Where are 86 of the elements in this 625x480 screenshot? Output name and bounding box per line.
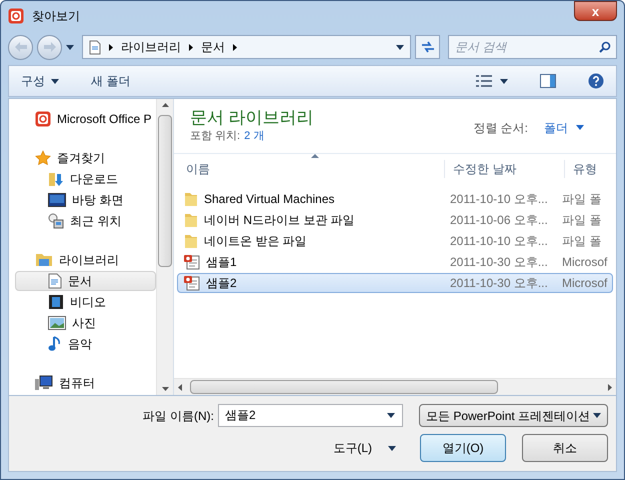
breadcrumb-arrow-icon bbox=[233, 44, 237, 50]
file-row[interactable]: 샘플2 2011-10-30 오후... Microsof bbox=[177, 272, 613, 293]
sidebar-item[interactable]: Microsoft Office P bbox=[57, 110, 152, 128]
address-bar[interactable]: 라이브러리 문서 bbox=[82, 35, 411, 59]
breadcrumb-link[interactable]: 라이브러리 bbox=[121, 38, 181, 56]
open-button[interactable]: 열기(O) bbox=[420, 434, 506, 462]
sidebar-item[interactable]: 문서 bbox=[15, 271, 156, 291]
view-dropdown-icon bbox=[500, 78, 508, 84]
forward-arrow-icon bbox=[44, 42, 56, 52]
scrollbar-thumb[interactable] bbox=[190, 380, 498, 394]
horizontal-scrollbar[interactable] bbox=[174, 378, 616, 395]
film-icon bbox=[48, 294, 64, 310]
organize-button[interactable]: 구성 bbox=[21, 72, 59, 90]
file-row[interactable]: Shared Virtual Machines 2011-10-10 오후... 파일 폴 bbox=[177, 188, 613, 209]
close-button[interactable]: x bbox=[574, 1, 617, 21]
document-icon bbox=[48, 273, 62, 289]
sidebar-group-header[interactable]: 라이브러리 bbox=[59, 251, 119, 269]
search-field[interactable]: 문서 검색 bbox=[448, 35, 617, 59]
sidebar-item[interactable]: 다운로드 bbox=[15, 169, 156, 189]
sidebar-group-header[interactable]: 컴퓨터 bbox=[59, 374, 95, 392]
includes-link[interactable]: 2 개 bbox=[244, 128, 264, 145]
folder-icon bbox=[184, 212, 198, 228]
computer-icon bbox=[35, 375, 53, 391]
help-icon[interactable] bbox=[588, 73, 604, 89]
filename-dropdown-icon bbox=[387, 413, 395, 418]
scroll-up-icon[interactable] bbox=[162, 103, 168, 107]
scroll-right-icon[interactable] bbox=[608, 384, 612, 390]
filename-field[interactable]: 샘플2 bbox=[218, 404, 403, 427]
breadcrumb-arrow-icon bbox=[109, 44, 113, 50]
app-logo-icon bbox=[35, 111, 51, 127]
sidebar-item[interactable]: 음악 bbox=[15, 334, 156, 354]
view-list-icon[interactable] bbox=[476, 75, 492, 87]
dropdown-arrow-icon bbox=[388, 446, 396, 450]
includes-label: 포함 위치: bbox=[190, 129, 240, 144]
sort-dropdown[interactable]: 폴더 bbox=[544, 118, 584, 137]
breadcrumb-arrow-icon bbox=[189, 44, 193, 50]
file-row[interactable]: 네이트온 받은 파일 2011-10-10 오후... 파일 폴 bbox=[177, 230, 613, 251]
recent-places-icon bbox=[48, 213, 64, 229]
window-title: 찾아보기 bbox=[32, 8, 80, 25]
forward-button[interactable] bbox=[37, 34, 62, 60]
file-row[interactable]: 네이버 N드라이브 보관 파일 2011-10-06 오후... 파일 폴 bbox=[177, 210, 613, 230]
dropdown-arrow-icon bbox=[593, 413, 601, 418]
scroll-down-icon[interactable] bbox=[162, 387, 168, 391]
breadcrumb-link[interactable]: 문서 bbox=[201, 38, 225, 56]
preview-pane-icon[interactable] bbox=[540, 74, 556, 88]
refresh-arrows-icon bbox=[420, 41, 434, 53]
column-header[interactable]: 유형 bbox=[564, 160, 616, 178]
new-folder-button[interactable]: 새 폴더 bbox=[91, 72, 130, 90]
address-dropdown-icon bbox=[396, 44, 404, 50]
filename-label: 파일 이름(N): bbox=[142, 408, 214, 424]
library-folder-icon bbox=[35, 252, 53, 268]
sidebar-group-header[interactable]: 즐겨찾기 bbox=[57, 149, 105, 167]
column-header[interactable]: 수정한 날짜 bbox=[444, 160, 564, 178]
history-dropdown-icon bbox=[66, 44, 74, 50]
column-header[interactable]: 이름 bbox=[174, 160, 444, 178]
file-row[interactable]: 샘플1 2011-10-30 오후... Microsof bbox=[177, 252, 613, 272]
vertical-scrollbar[interactable] bbox=[156, 99, 173, 395]
dropdown-arrow-icon bbox=[51, 78, 59, 84]
scroll-left-icon[interactable] bbox=[178, 384, 182, 390]
back-arrow-icon bbox=[14, 42, 26, 52]
search-icon bbox=[599, 41, 611, 53]
music-note-icon bbox=[48, 336, 62, 352]
star-icon bbox=[35, 150, 51, 166]
folder-icon bbox=[184, 232, 198, 249]
library-title: 문서 라이브러리 bbox=[190, 107, 314, 128]
sidebar-item[interactable]: 바탕 화면 bbox=[15, 190, 156, 210]
presentation-file-icon bbox=[184, 254, 200, 270]
desktop-icon bbox=[48, 193, 66, 207]
tools-menu-button[interactable]: 도구(L) bbox=[333, 439, 396, 457]
refresh-button[interactable] bbox=[415, 35, 440, 59]
presentation-file-icon bbox=[184, 274, 200, 291]
file-type-dropdown[interactable]: 모든 PowerPoint 프레젠테이션 bbox=[419, 404, 608, 427]
folder-icon bbox=[184, 190, 198, 207]
sort-label: 정렬 순서: bbox=[473, 120, 528, 137]
document-icon bbox=[89, 40, 101, 54]
dropdown-arrow-icon bbox=[576, 125, 584, 130]
sidebar-item[interactable]: 사진 bbox=[15, 313, 156, 333]
sidebar-item[interactable]: 비디오 bbox=[15, 292, 156, 312]
download-folder-icon bbox=[48, 171, 64, 187]
sidebar-item[interactable]: 최근 위치 bbox=[15, 211, 156, 231]
sort-ascending-icon bbox=[311, 154, 319, 158]
app-logo-icon bbox=[8, 8, 24, 24]
cancel-button[interactable]: 취소 bbox=[522, 434, 608, 462]
back-button[interactable] bbox=[8, 34, 33, 60]
image-icon bbox=[48, 316, 66, 330]
scrollbar-thumb[interactable] bbox=[158, 115, 172, 267]
